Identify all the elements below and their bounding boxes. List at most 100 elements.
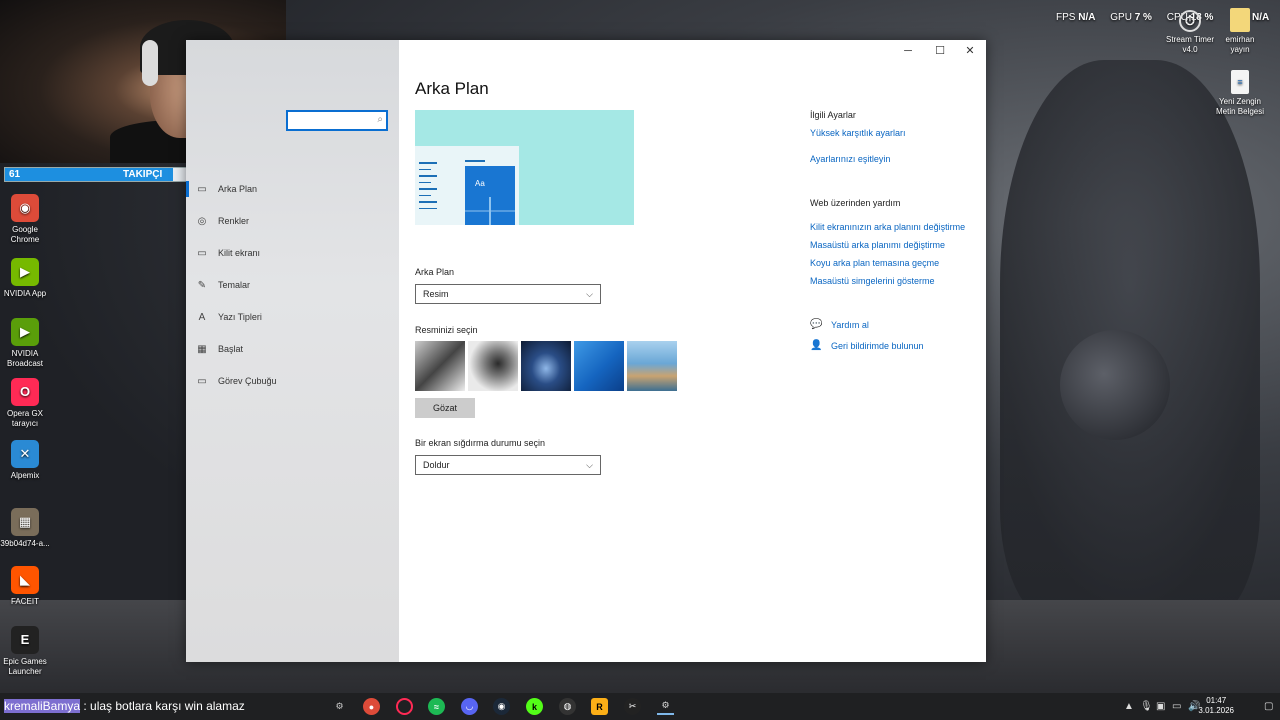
preview-tiles: Aa	[465, 166, 515, 225]
background-preview: Aa	[415, 110, 634, 225]
desktop-shortcut-4[interactable]: ✕ Alpemix	[0, 440, 57, 481]
microphone-icon[interactable]: 🎙	[1140, 701, 1153, 712]
tray-app-icon[interactable]: ▣	[1156, 701, 1165, 712]
nav-icon: ▭	[197, 375, 207, 387]
folder-label-2: yayın	[1230, 45, 1250, 54]
nvidia-broadcast-icon: ▶	[11, 318, 39, 346]
desktop-shortcut-0[interactable]: ◉ Google Chrome	[0, 194, 57, 245]
desktop-shortcut-label: 39b04d74-a...	[0, 539, 50, 548]
desktop-shortcut-3[interactable]: O Opera GX tarayıcı	[0, 378, 57, 429]
discord-taskbar-icon[interactable]: ◡	[461, 698, 478, 715]
desktop-shortcut-5[interactable]: ▦ 39b04d74-a...	[0, 508, 57, 549]
document-icon: ≡	[1231, 70, 1249, 94]
help-link-desktop-bg[interactable]: Masaüstü arka planımı değiştirme	[810, 240, 945, 250]
nav-item-0[interactable]: ▭ Arka Plan	[185, 178, 257, 200]
opera-gx-taskbar-icon[interactable]	[396, 698, 413, 715]
network-icon[interactable]: ▭	[1172, 701, 1181, 712]
help-link-dark-theme[interactable]: Koyu arka plan temasına geçme	[810, 258, 939, 268]
show-hidden-icons-icon[interactable]: ▲	[1124, 701, 1134, 712]
desktop-shortcut-1[interactable]: ▶ NVIDIA App	[0, 258, 57, 299]
desktop-shortcut-label: Google	[12, 225, 38, 234]
maximize-button[interactable]: ☐	[925, 44, 955, 58]
nvidia-icon: ▶	[11, 258, 39, 286]
gpu-value: 7 %	[1134, 12, 1152, 23]
fit-label: Bir ekran sığdırma durumu seçin	[415, 438, 546, 448]
settings-search-input[interactable]: ⌕	[286, 110, 388, 131]
kick-taskbar-icon[interactable]: k	[526, 698, 543, 715]
nav-icon: ▭	[197, 247, 207, 259]
document-label-2: Metin Belgesi	[1215, 107, 1265, 116]
desktop-shortcut-label: Alpemix	[10, 471, 40, 480]
desktop-shortcut-2[interactable]: ▶ NVIDIA Broadcast	[0, 318, 57, 369]
close-button[interactable]: ✕	[955, 44, 985, 58]
picture-thumbnail-1[interactable]	[415, 341, 465, 391]
fit-select[interactable]: Doldur ⌵	[415, 455, 601, 475]
sync-settings-link[interactable]: Ayarlarınızı eşitleyin	[810, 154, 890, 164]
nav-item-1[interactable]: ◎ Renkler	[196, 210, 249, 232]
settings-active-taskbar-icon[interactable]: ⚙	[657, 698, 674, 715]
rockstar-taskbar-icon[interactable]: R	[591, 698, 608, 715]
picture-thumbnail-2[interactable]	[468, 341, 518, 391]
nav-label: Temalar	[218, 280, 251, 290]
browse-button[interactable]: Gözat	[415, 398, 475, 418]
desktop-shortcut-6[interactable]: ◣ FACEIT	[0, 566, 57, 607]
get-help-link[interactable]: Yardım al	[831, 320, 869, 330]
nav-item-2[interactable]: ▭ Kilit ekranı	[196, 242, 260, 264]
fps-label: FPS	[1056, 12, 1076, 23]
help-link-lock-screen[interactable]: Kilit ekranınızın arka planını değiştirm…	[810, 222, 965, 232]
desktop-shortcut-7[interactable]: E Epic Games Launcher	[0, 626, 57, 677]
help-link-desktop-icons[interactable]: Masaüstü simgelerini gösterme	[810, 276, 935, 286]
desktop-shortcut-label: Epic Games	[3, 657, 47, 666]
nav-icon: ▭	[197, 183, 207, 195]
high-contrast-link[interactable]: Yüksek karşıtlık ayarları	[810, 128, 906, 138]
notifications-icon[interactable]: ▢	[1264, 701, 1273, 712]
picture-thumbnails	[415, 341, 677, 391]
capcut-taskbar-icon[interactable]: ✂	[624, 698, 641, 715]
desktop-shortcut-label: Opera GX	[6, 409, 43, 418]
nav-icon: ✎	[197, 279, 207, 291]
feedback-icon: 👤	[810, 340, 823, 351]
desktop-shortcut-label-2: Launcher	[8, 667, 42, 676]
fps-value: N/A	[1078, 12, 1096, 23]
chrome-taskbar-icon[interactable]: ●	[363, 698, 380, 715]
rich-text-document-shortcut[interactable]: ≡ Yeni Zengin Metin Belgesi	[1208, 70, 1272, 117]
nav-item-5[interactable]: ▦ Başlat	[196, 338, 243, 360]
nav-item-4[interactable]: A Yazı Tipleri	[196, 306, 262, 328]
picture-thumbnail-4[interactable]	[574, 341, 624, 391]
background-type-label: Arka Plan	[415, 267, 455, 277]
background-type-select[interactable]: Resim ⌵	[415, 284, 601, 304]
nav-label: Renkler	[218, 216, 250, 226]
page-title: Arka Plan	[415, 79, 489, 98]
desktop-shortcut-label: NVIDIA App	[3, 289, 47, 298]
spotify-taskbar-icon[interactable]: ≈	[428, 698, 445, 715]
nav-label: Yazı Tipleri	[218, 312, 262, 322]
clock-time: 01:47	[1206, 696, 1227, 705]
nav-label: Görev Çubuğu	[218, 376, 277, 386]
taskbar-clock[interactable]: 01:47 3.01.2026	[1198, 696, 1234, 716]
picture-thumbnail-5[interactable]	[627, 341, 677, 391]
desktop-shortcut-label-2: Chrome	[10, 235, 40, 244]
nav-icon: ◎	[197, 215, 207, 227]
emirhan-folder-shortcut[interactable]: emirhan yayın	[1208, 8, 1272, 55]
image-file-icon: ▦	[11, 508, 39, 536]
steam-taskbar-icon[interactable]: ◉	[493, 698, 510, 715]
chrome-icon: ◉	[11, 194, 39, 222]
choose-picture-label: Resminizi seçin	[415, 325, 478, 335]
follower-count: 61	[9, 169, 21, 180]
nav-icon: A	[198, 311, 206, 323]
follower-label: TAKIPÇI	[123, 169, 163, 180]
nav-item-3[interactable]: ✎ Temalar	[196, 274, 250, 296]
settings-window: ⌕ ▭ Arka Plan ◎ Renkler ▭ Kilit ekranı ✎ Temala…	[185, 40, 986, 662]
background-type-value: Resim	[423, 289, 449, 299]
preview-topline	[465, 160, 485, 162]
picture-thumbnail-3[interactable]	[521, 341, 571, 391]
minimize-button[interactable]: ─	[893, 44, 923, 58]
stopwatch-icon: ⏱	[1179, 10, 1201, 32]
nav-label: Kilit ekranı	[218, 248, 261, 258]
obs-taskbar-icon[interactable]: ◍	[559, 698, 576, 715]
settings-sidebar: ⌕ ▭ Arka Plan ◎ Renkler ▭ Kilit ekranı ✎ Temala…	[185, 40, 399, 662]
feedback-link[interactable]: Geri bildirimde bulunun	[831, 341, 924, 351]
folder-icon	[1230, 8, 1250, 32]
nav-item-6[interactable]: ▭ Görev Çubuğu	[196, 370, 277, 392]
settings-gear-taskbar-icon[interactable]: ⚙	[331, 698, 348, 715]
